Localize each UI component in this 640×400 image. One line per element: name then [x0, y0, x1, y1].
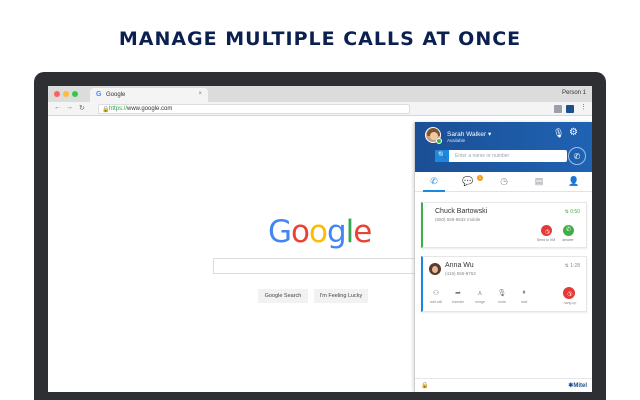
user-status: Available [447, 138, 466, 143]
tab-history[interactable]: ◷ [494, 176, 514, 187]
back-arrow-icon[interactable]: ← [54, 104, 61, 111]
mitel-extension-icon[interactable] [566, 105, 574, 113]
widget-header: Sarah Walker ▾ Available 🎙 ⚙ 🔍 Enter a n… [415, 122, 592, 172]
google-search-input[interactable] [213, 258, 417, 274]
hold-icon[interactable]: ⏸ [515, 289, 533, 297]
decline-label: Send to VM [536, 238, 556, 242]
presence-indicator [436, 138, 442, 144]
laptop-frame: G Google × Person 1 ← → ↻ 🔒 https://www.… [34, 72, 606, 400]
caller-number: (415) 555-8763 [445, 271, 476, 276]
search-icon[interactable]: 🔍 [435, 150, 449, 162]
phone-icon: ✆ [573, 152, 581, 161]
hang-up-label: hang up [563, 301, 577, 305]
transfer-icon[interactable]: ➦ [449, 289, 467, 297]
call-timer-value: 1:28 [570, 263, 580, 269]
secure-lock-icon: 🔒 [102, 107, 110, 113]
window-minimize-dot[interactable] [63, 91, 69, 97]
browser-menu-icon[interactable]: ⋮ [580, 103, 587, 111]
decline-button[interactable]: ✆ [538, 222, 555, 239]
tab-close-icon[interactable]: × [198, 91, 202, 97]
google-favicon-icon: G [96, 91, 102, 98]
ringing-icon: ⇅ [564, 209, 569, 215]
google-logo: Google [268, 214, 372, 250]
search-placeholder: Enter a name or number [455, 153, 510, 159]
tab-calls[interactable]: ✆ [424, 176, 444, 187]
call-timer-value: 0:50 [570, 209, 580, 215]
microphone-icon[interactable]: 🎙 [553, 128, 564, 139]
google-search-button[interactable]: Google Search [258, 289, 308, 303]
browser-tab-google[interactable]: G Google × [90, 88, 208, 102]
active-call-card: Anna Wu (415) 555-8763 ⇅ 1:28 ⚇ add call… [421, 256, 587, 312]
merge-icon[interactable]: ⋏ [471, 289, 489, 297]
user-name[interactable]: Sarah Walker ▾ [447, 130, 491, 138]
add-call-icon[interactable]: ⚇ [427, 289, 445, 297]
browser-nav-bar: ← → ↻ 🔒 https://www.google.com ⋮ [48, 102, 592, 116]
google-logo-letter: e [353, 214, 372, 250]
mute-icon[interactable]: 🎙 [493, 289, 511, 297]
caller-name: Anna Wu [445, 262, 474, 269]
google-logo-letter: G [268, 214, 292, 250]
google-logo-letter: o [291, 214, 310, 250]
caller-number: (650) 555-9632 mobile [435, 217, 481, 222]
url-scheme: https:// [109, 106, 128, 112]
window-close-dot[interactable] [54, 91, 60, 97]
url-host: www.google.com [127, 106, 173, 112]
reload-icon[interactable]: ↻ [79, 104, 85, 112]
widget-footer: 🔒 ✱Mitel [415, 378, 592, 392]
google-logo-letter: g [326, 214, 347, 250]
dial-button[interactable]: ✆ [568, 147, 586, 165]
call-timer: ⇅ 1:28 [565, 263, 580, 269]
widget-tabs: ✆ 💬 1 ◷ ▤ 👤 [415, 172, 592, 192]
caller-name: Chuck Bartowski [435, 208, 488, 215]
profile-label[interactable]: Person 1 [562, 90, 586, 96]
address-bar[interactable]: 🔒 https://www.google.com [98, 104, 410, 114]
gear-icon[interactable]: ⚙ [569, 127, 578, 138]
messages-badge: 1 [477, 175, 483, 181]
call-timer: ⇅ 0:50 [565, 209, 580, 215]
forward-arrow-icon[interactable]: → [66, 104, 73, 111]
hold-label: hold [520, 300, 528, 304]
caller-avatar [429, 263, 441, 275]
extension-icon[interactable] [554, 105, 562, 113]
tab-voicemail[interactable]: ▤ [529, 176, 549, 187]
mute-label: mute [498, 300, 506, 304]
contact-search-input[interactable]: 🔍 Enter a name or number [435, 150, 567, 162]
transfer-label: transfer [452, 300, 464, 304]
mitel-phone-widget: Sarah Walker ▾ Available 🎙 ⚙ 🔍 Enter a n… [414, 122, 592, 392]
active-tab-indicator [423, 190, 445, 192]
window-maximize-dot[interactable] [72, 91, 78, 97]
answer-label: answer [562, 238, 574, 242]
laptop-screen: G Google × Person 1 ← → ↻ 🔒 https://www.… [48, 86, 592, 392]
hang-up-button[interactable]: ✆ [560, 284, 578, 302]
mitel-logo: ✱Mitel [568, 383, 587, 389]
page-headline: MANAGE MULTIPLE CALLS AT ONCE [118, 28, 522, 50]
call-duration-icon: ⇅ [564, 263, 569, 269]
merge-label: merge [475, 300, 485, 304]
google-logo-letter: o [309, 214, 328, 250]
answer-button[interactable]: ✆ [563, 225, 574, 236]
add-call-label: add call [429, 300, 443, 304]
tab-title: Google [106, 92, 126, 98]
incoming-call-card: Chuck Bartowski (650) 555-9632 mobile ⇅ … [421, 202, 587, 248]
browser-tab-bar: G Google × Person 1 [48, 86, 592, 102]
tab-messages[interactable]: 💬 [458, 176, 478, 187]
feeling-lucky-button[interactable]: I'm Feeling Lucky [314, 289, 368, 303]
tab-contacts[interactable]: 👤 [564, 176, 584, 187]
lock-icon[interactable]: 🔒 [421, 382, 428, 389]
